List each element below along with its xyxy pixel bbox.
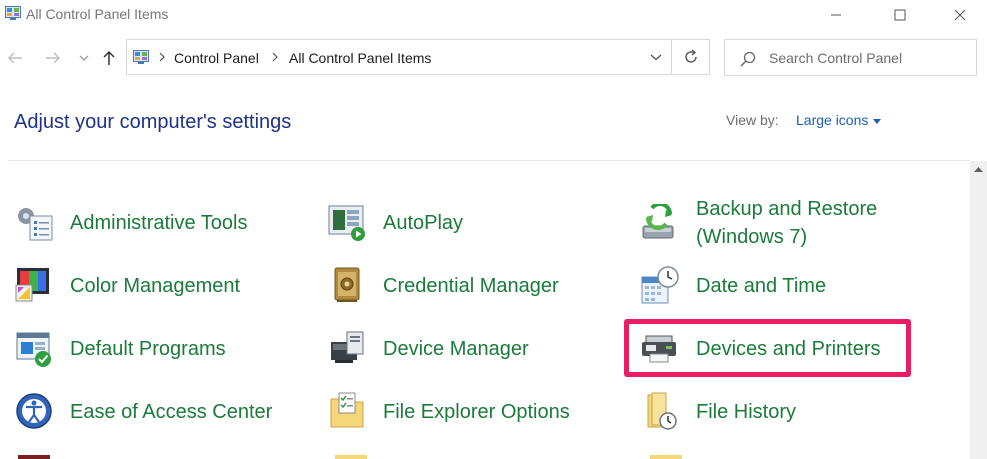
partial-item-icon	[335, 455, 367, 459]
caret-down-icon	[873, 118, 882, 124]
partial-item-icon	[18, 455, 50, 459]
item-devices-printers[interactable]: Devices and Printers	[640, 328, 905, 378]
view-by-dropdown[interactable]: Large icons	[796, 112, 882, 128]
item-label: Date and Time	[696, 275, 827, 297]
arrow-up-icon	[103, 50, 115, 65]
maximize-button[interactable]	[877, 0, 923, 30]
scroll-up-button[interactable]	[970, 161, 987, 178]
date-time-icon	[641, 266, 679, 304]
item-administrative-tools[interactable]: Administrative Tools	[14, 202, 294, 252]
item-label: Device Manager	[383, 338, 529, 360]
close-button[interactable]	[937, 0, 983, 30]
credential-manager-icon	[334, 267, 360, 302]
title-bar: All Control Panel Items	[0, 0, 987, 30]
chevron-down-icon	[650, 54, 662, 61]
forward-button[interactable]	[42, 46, 64, 70]
item-label: Credential Manager	[383, 275, 559, 297]
item-label: File Explorer Options	[383, 401, 570, 423]
refresh-button[interactable]	[672, 39, 710, 75]
chevron-right-icon	[272, 52, 278, 62]
item-date-time[interactable]: Date and Time	[640, 265, 920, 315]
item-label: AutoPlay	[383, 212, 464, 234]
address-bar[interactable]: Control Panel All Control Panel Items	[126, 39, 672, 75]
item-ease-of-access[interactable]: Ease of Access Center	[14, 391, 294, 441]
administrative-tools-icon	[18, 208, 53, 241]
chevron-right-icon	[159, 52, 165, 62]
header-divider	[8, 160, 970, 161]
recent-locations-button[interactable]	[76, 46, 92, 70]
arrow-right-icon	[46, 52, 60, 64]
item-label: Color Management	[70, 275, 241, 297]
up-button[interactable]	[98, 46, 120, 70]
item-color-management[interactable]: Color Management	[14, 265, 294, 315]
minimize-icon	[831, 14, 841, 16]
caret-up-icon	[974, 167, 983, 172]
address-dropdown-button[interactable]	[646, 49, 666, 65]
color-management-icon	[15, 268, 49, 302]
item-autoplay[interactable]: AutoPlay	[327, 202, 607, 252]
refresh-icon	[684, 49, 697, 63]
item-label: Devices and Printers	[696, 338, 881, 360]
item-file-explorer-options[interactable]: File Explorer Options	[327, 391, 607, 441]
arrow-left-icon	[8, 52, 22, 64]
window-title: All Control Panel Items	[26, 6, 169, 22]
item-label: Ease of Access Center	[70, 401, 273, 423]
item-device-manager[interactable]: Device Manager	[327, 328, 607, 378]
back-button[interactable]	[4, 46, 26, 70]
file-history-icon	[647, 392, 677, 430]
item-label: File History	[696, 401, 797, 423]
close-icon	[954, 9, 966, 21]
search-box[interactable]	[724, 39, 977, 76]
control-panel-icon	[133, 50, 149, 64]
item-default-programs[interactable]: Default Programs	[14, 328, 294, 378]
chevron-down-icon	[79, 55, 89, 61]
partial-item-icon	[650, 455, 682, 459]
view-by-value: Large icons	[796, 112, 869, 128]
search-icon	[740, 51, 756, 67]
item-backup-restore[interactable]: Backup and Restore (Windows 7)	[640, 198, 940, 258]
device-manager-icon	[331, 331, 364, 363]
maximize-icon	[894, 9, 906, 21]
ease-of-access-icon	[16, 393, 52, 429]
page-title: Adjust your computer's settings	[14, 111, 292, 133]
control-panel-icon	[5, 6, 21, 20]
item-file-history[interactable]: File History	[640, 391, 920, 441]
vertical-scrollbar[interactable]	[970, 161, 987, 459]
file-explorer-options-icon	[330, 392, 364, 428]
item-label: Backup and Restore (Windows 7)	[696, 198, 878, 248]
default-programs-icon	[16, 332, 51, 367]
backup-restore-icon	[642, 204, 674, 239]
breadcrumb-control-panel[interactable]: Control Panel	[174, 50, 259, 66]
breadcrumb-all-items[interactable]: All Control Panel Items	[289, 50, 431, 66]
search-input[interactable]	[769, 48, 969, 68]
item-label: Default Programs	[70, 338, 226, 360]
autoplay-icon	[328, 205, 365, 241]
devices-printers-icon	[642, 335, 676, 363]
minimize-button[interactable]	[813, 0, 859, 30]
item-label: Administrative Tools	[70, 212, 248, 234]
item-credential-manager[interactable]: Credential Manager	[327, 265, 607, 315]
view-by-label: View by:	[726, 112, 779, 128]
